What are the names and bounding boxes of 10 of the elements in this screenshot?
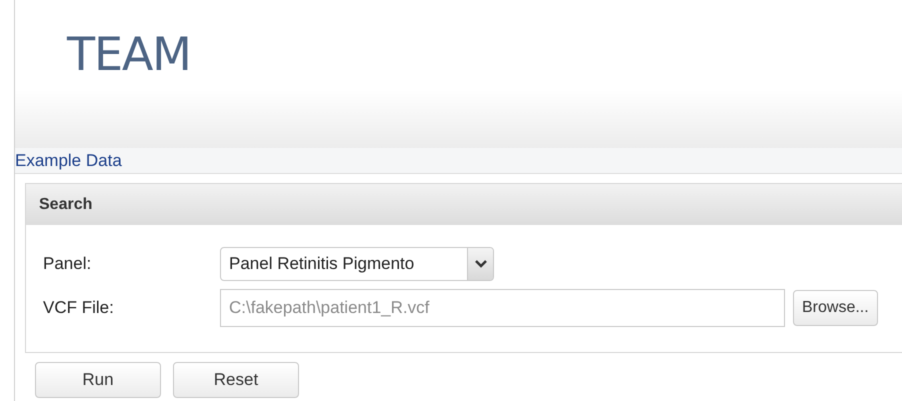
example-data-link[interactable]: Example Data	[15, 148, 122, 174]
chevron-down-icon	[474, 260, 486, 268]
panel-title: Search	[39, 194, 92, 214]
panel-select[interactable]: Panel Retinitis Pigmento	[220, 247, 494, 281]
app-title: TEAM	[67, 27, 191, 81]
action-button[interactable]: Reset	[173, 362, 299, 398]
browse-button[interactable]: Browse...	[793, 290, 878, 326]
field-label: VCF File:	[42, 297, 115, 320]
field-label: Panel:	[42, 253, 92, 276]
action-button[interactable]: Run	[35, 362, 161, 398]
